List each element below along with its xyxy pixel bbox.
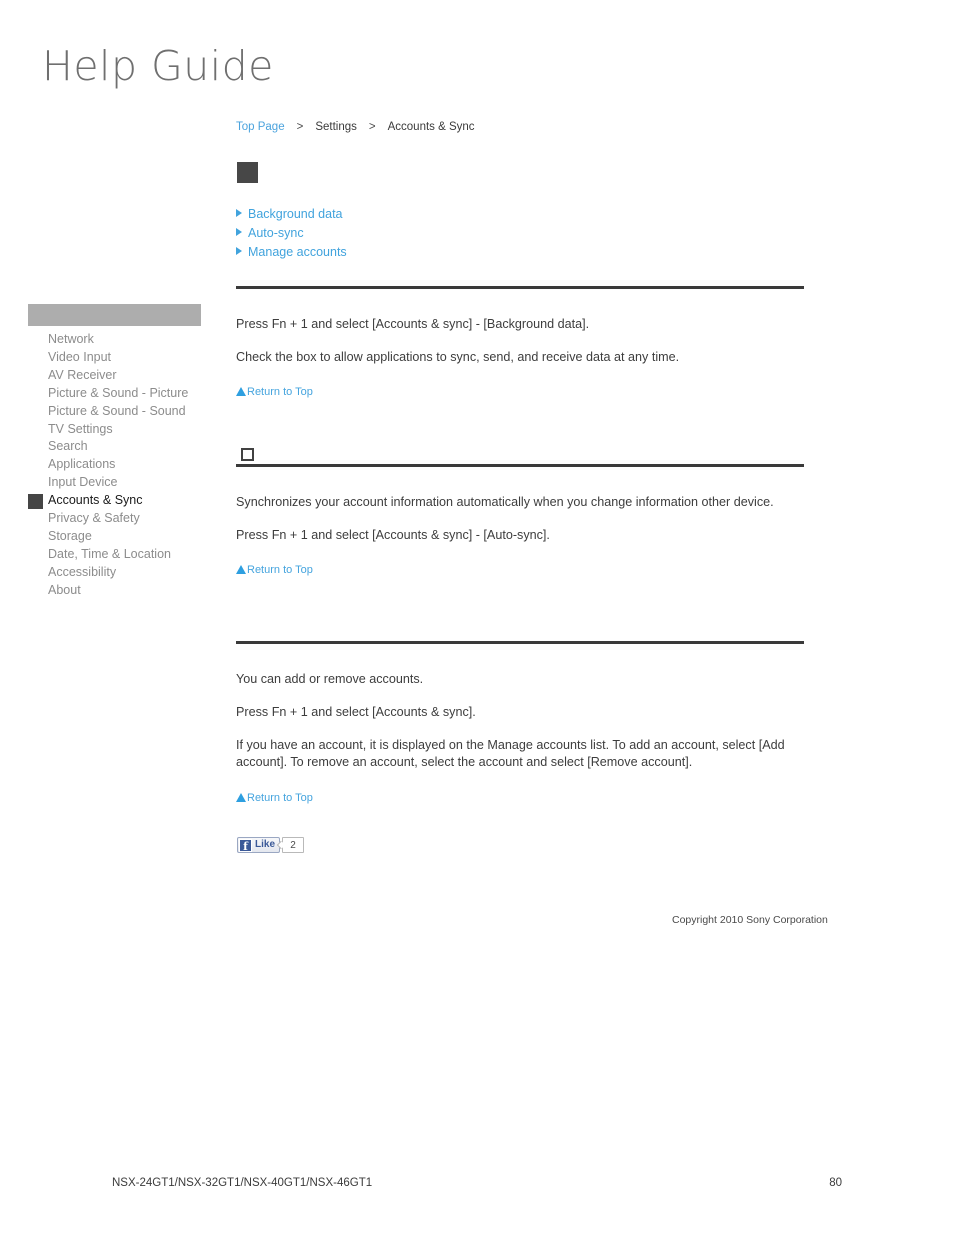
- jump-link-label: Manage accounts: [248, 245, 347, 259]
- jump-link-auto-sync[interactable]: Auto-sync: [236, 224, 347, 243]
- section-auto-sync: Synchronizes your account information au…: [236, 448, 804, 578]
- page-title-image-placeholder: [237, 162, 258, 183]
- sidebar-item-av-receiver[interactable]: AV Receiver: [28, 367, 201, 385]
- sidebar-item-label: AV Receiver: [48, 367, 117, 382]
- sidebar-item-label: Applications: [48, 457, 116, 472]
- sidebar-item-privacy-safety[interactable]: Privacy & Safety: [28, 510, 201, 528]
- section-body: Press Fn + 1 and select [Accounts & sync…: [236, 289, 804, 400]
- sidebar-nav: Network Video Input AV Receiver Picture …: [28, 304, 201, 600]
- facebook-like-count: 2: [282, 837, 305, 853]
- active-marker-icon: [28, 494, 43, 510]
- sidebar-item-label: About: [48, 582, 81, 597]
- section-paragraph: Press Fn + 1 and select [Accounts & sync…: [236, 705, 476, 719]
- jump-link-label: Background data: [248, 207, 343, 221]
- sidebar-item-video-input[interactable]: Video Input: [28, 349, 201, 367]
- jump-link-label: Auto-sync: [248, 226, 304, 240]
- section-body: Synchronizes your account information au…: [236, 467, 804, 578]
- breadcrumb-item-accounts-sync: Accounts & Sync: [387, 121, 475, 133]
- triangle-up-icon: [236, 387, 246, 396]
- facebook-like-label: Like: [255, 839, 276, 850]
- help-guide-logo: Help Guide: [42, 42, 274, 90]
- footer-model-numbers: NSX-24GT1/NSX-32GT1/NSX-40GT1/NSX-46GT1: [112, 1177, 373, 1189]
- return-to-top-label: Return to Top: [247, 792, 313, 804]
- sidebar-header-bar: [28, 304, 201, 326]
- breadcrumb-separator: >: [368, 121, 376, 133]
- sidebar-item-label: Storage: [48, 528, 92, 543]
- return-to-top-link[interactable]: Return to Top: [236, 564, 313, 576]
- triangle-up-icon: [236, 793, 246, 802]
- sidebar-item-network[interactable]: Network: [28, 331, 201, 349]
- sidebar-item-accounts-sync[interactable]: Accounts & Sync: [28, 492, 201, 510]
- triangle-right-icon: [236, 228, 242, 236]
- jump-link-manage-accounts[interactable]: Manage accounts: [236, 243, 347, 262]
- section-paragraph: Press Fn + 1 and select [Accounts & sync…: [236, 528, 550, 542]
- sidebar-item-label: Date, Time & Location: [48, 546, 171, 561]
- section-paragraph: Check the box to allow applications to s…: [236, 350, 680, 364]
- sidebar-item-input-device[interactable]: Input Device: [28, 474, 201, 492]
- facebook-like-widget: f Like 2: [237, 836, 305, 854]
- triangle-right-icon: [236, 247, 242, 255]
- sidebar-item-applications[interactable]: Applications: [28, 456, 201, 474]
- section-paragraph: You can add or remove accounts.: [236, 672, 424, 686]
- return-to-top-link[interactable]: Return to Top: [236, 792, 313, 804]
- sidebar-item-label: Accessibility: [48, 564, 117, 579]
- return-to-top-label: Return to Top: [247, 564, 313, 576]
- sidebar-item-label: Input Device: [48, 475, 118, 490]
- breadcrumb-link-top-page[interactable]: Top Page: [236, 121, 285, 133]
- triangle-up-icon: [236, 565, 246, 574]
- sidebar-item-search[interactable]: Search: [28, 438, 201, 456]
- sidebar-item-about[interactable]: About: [28, 582, 201, 600]
- section-background-data: Press Fn + 1 and select [Accounts & sync…: [236, 286, 804, 400]
- section-paragraph: Synchronizes your account information au…: [236, 495, 774, 509]
- sidebar-item-tv-settings[interactable]: TV Settings: [28, 421, 201, 439]
- sidebar-item-label: Picture & Sound - Picture: [48, 385, 189, 400]
- sidebar-item-label: Video Input: [48, 349, 112, 364]
- sidebar-item-label: Privacy & Safety: [48, 511, 140, 526]
- facebook-like-button[interactable]: f Like: [237, 837, 281, 853]
- copyright-notice: Copyright 2010 Sony Corporation: [672, 914, 828, 926]
- sidebar-item-date-time-location[interactable]: Date, Time & Location: [28, 546, 201, 564]
- return-to-top-label: Return to Top: [247, 386, 313, 398]
- sidebar-item-label: TV Settings: [48, 421, 113, 436]
- sidebar-item-picture-sound-picture[interactable]: Picture & Sound - Picture: [28, 385, 201, 403]
- sidebar-item-accessibility[interactable]: Accessibility: [28, 564, 201, 582]
- section-manage-accounts: You can add or remove accounts. Press Fn…: [236, 641, 804, 806]
- sidebar-item-label: Accounts & Sync: [48, 493, 143, 508]
- footer-page-number: 80: [829, 1177, 842, 1189]
- sidebar-item-storage[interactable]: Storage: [28, 528, 201, 546]
- sidebar-item-picture-sound-sound[interactable]: Picture & Sound - Sound: [28, 403, 201, 421]
- jump-link-list: Background data Auto-sync Manage account…: [236, 205, 347, 262]
- section-paragraph: If you have an account, it is displayed …: [236, 738, 785, 769]
- page-footer: NSX-24GT1/NSX-32GT1/NSX-40GT1/NSX-46GT1 …: [112, 1177, 842, 1189]
- breadcrumb: Top Page > Settings > Accounts & Sync: [236, 121, 475, 133]
- breadcrumb-item-settings: Settings: [315, 121, 357, 133]
- return-to-top-link[interactable]: Return to Top: [236, 386, 313, 398]
- breadcrumb-separator: >: [296, 121, 304, 133]
- triangle-right-icon: [236, 209, 242, 217]
- section-body: You can add or remove accounts. Press Fn…: [236, 644, 804, 806]
- sidebar-item-list: Network Video Input AV Receiver Picture …: [28, 331, 201, 600]
- sidebar-item-label: Search: [48, 439, 88, 454]
- section-paragraph: Press Fn + 1 and select [Accounts & sync…: [236, 317, 590, 331]
- checkbox-placeholder-icon: [241, 448, 254, 461]
- jump-link-background-data[interactable]: Background data: [236, 205, 347, 224]
- sidebar-item-label: Picture & Sound - Sound: [48, 403, 186, 418]
- facebook-icon: f: [239, 838, 252, 853]
- sidebar-item-label: Network: [48, 332, 94, 346]
